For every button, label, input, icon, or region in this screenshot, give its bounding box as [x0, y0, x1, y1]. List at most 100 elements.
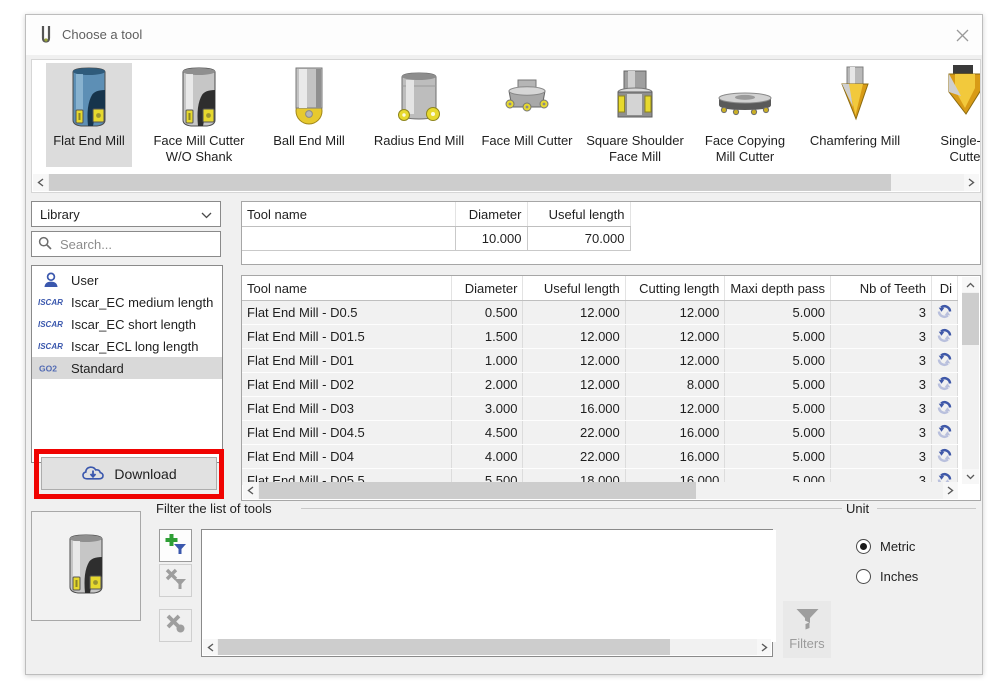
ball-end-mill-icon [256, 63, 362, 133]
tool-col-cutting-length[interactable]: Cutting length [625, 276, 725, 301]
tool-type-face-mill-cutter[interactable]: Face Mill Cutter [474, 63, 580, 167]
scroll-left-icon[interactable] [203, 639, 217, 655]
tool-type-square-shoulder-face-mill[interactable]: Square ShoulderFace Mill [582, 63, 688, 167]
tool-row-flat-end-mill-d04[interactable]: Flat End Mill - D044.00022.00016.0005.00… [242, 445, 958, 469]
download-cloud-icon [81, 464, 105, 484]
library-list: UserISCARIscar_EC medium lengthISCARIsca… [31, 265, 223, 463]
quick-col-tool-name[interactable]: Tool name [242, 202, 455, 227]
close-icon[interactable] [948, 23, 976, 47]
choose-a-tool-screen: Choose a tool Flat End MillFace Mill Cut… [0, 0, 1007, 690]
filter-group-line [301, 508, 839, 509]
filter-list-hscroll-thumb[interactable] [218, 639, 670, 655]
scroll-left-icon[interactable] [33, 174, 48, 191]
library-select[interactable]: Library [31, 201, 221, 227]
tool-type-face-mill-cutter-w-o-shank[interactable]: Face Mill CutterW/O Shank [146, 63, 252, 167]
tool-strip-scroll-thumb[interactable] [49, 174, 891, 191]
library-item-iscar-ecl-long-length[interactable]: ISCAR Iscar_ECL long length [32, 335, 222, 357]
filter-list-hscrollbar[interactable] [203, 639, 771, 655]
remove-filter-button[interactable] [159, 564, 192, 597]
tool-preview-box [31, 511, 141, 621]
tool-col-di[interactable]: Di [931, 276, 957, 301]
iscar-icon: ISCAR [38, 297, 64, 307]
unit-radio-metric[interactable]: Metric [856, 539, 915, 554]
tool-table-hscroll-thumb[interactable] [259, 482, 696, 499]
tool-type-label: Face Mill [582, 149, 688, 165]
quick-col-diameter[interactable]: Diameter [455, 202, 527, 227]
library-item-iscar-ec-short-length[interactable]: ISCARIscar_EC short length [32, 313, 222, 335]
tool-type-label: Mill Cutter [692, 149, 798, 165]
iscar-icon: ISCAR [38, 319, 64, 329]
tool-type-single-a-cutte[interactable]: Single-ACutte [912, 63, 981, 167]
svg-text:ISCAR: ISCAR [38, 298, 63, 307]
radio-unselected-icon[interactable] [856, 569, 871, 584]
unit-option-label: Inches [880, 569, 918, 584]
library-item-label: User [71, 273, 98, 288]
tool-row-flat-end-mill-d02[interactable]: Flat End Mill - D022.00012.0008.0005.000… [242, 373, 958, 397]
svg-text:GO2: GO2 [39, 364, 57, 374]
quick-value-0[interactable] [242, 227, 455, 251]
search-input[interactable] [58, 236, 212, 253]
go2-icon: GO2 [38, 363, 64, 373]
filters-button[interactable]: Filters [783, 601, 831, 658]
search-box[interactable] [31, 231, 221, 257]
face-mill-cutter-icon [474, 63, 580, 133]
tool-app-icon [39, 25, 53, 45]
scroll-right-icon[interactable] [757, 639, 771, 655]
rotate-direction-icon [931, 301, 957, 325]
add-filter-button[interactable] [159, 529, 192, 562]
library-item-user[interactable]: User [32, 269, 222, 291]
filter-list-textarea[interactable] [202, 530, 776, 642]
tool-col-maxi-depth-pass[interactable]: Maxi depth pass [725, 276, 831, 301]
tool-table-viewport: Tool nameDiameterUseful lengthCutting le… [242, 276, 958, 485]
tool-row-flat-end-mill-d0-5[interactable]: Flat End Mill - D0.50.50012.00012.0005.0… [242, 301, 958, 325]
download-label: Download [114, 466, 176, 482]
clear-filters-button[interactable] [159, 609, 192, 642]
tool-type-radius-end-mill[interactable]: Radius End Mill [366, 63, 472, 167]
svg-text:ISCAR: ISCAR [38, 342, 63, 351]
unit-radio-inches[interactable]: Inches [856, 569, 918, 584]
library-item-iscar-ec-medium-length[interactable]: ISCAR Iscar_EC medium length [32, 291, 222, 313]
library-item-label: Iscar_EC medium length [71, 295, 213, 310]
chevron-down-icon [201, 207, 212, 222]
download-button[interactable]: Download [41, 457, 217, 490]
quick-col-useful-length[interactable]: Useful length [527, 202, 630, 227]
selected-tool-preview-icon [55, 532, 117, 601]
scroll-up-icon[interactable] [962, 277, 979, 292]
tool-type-ball-end-mill[interactable]: Ball End Mill [256, 63, 362, 167]
library-item-standard[interactable]: GO2Standard [32, 357, 222, 379]
scroll-right-icon[interactable] [964, 174, 979, 191]
tool-type-face-copying-mill-cutter[interactable]: Face CopyingMill Cutter [692, 63, 798, 167]
quick-table: Tool nameDiameterUseful length10.00070.0… [242, 202, 631, 251]
tool-type-label: Square Shoulder [582, 133, 688, 149]
library-item-label: Iscar_ECL long length [71, 339, 198, 354]
filters-button-label: Filters [789, 636, 824, 651]
quick-value-2[interactable]: 70.000 [527, 227, 630, 251]
tool-row-flat-end-mill-d04-5[interactable]: Flat End Mill - D04.54.50022.00016.0005.… [242, 421, 958, 445]
rotate-direction-icon [931, 421, 957, 445]
tool-row-flat-end-mill-d01-5[interactable]: Flat End Mill - D01.51.50012.00012.0005.… [242, 325, 958, 349]
add-filter-icon [165, 533, 187, 558]
tool-type-label: Radius End Mill [366, 133, 472, 149]
tool-table-hscrollbar[interactable] [243, 482, 958, 499]
tool-strip-scrollbar[interactable] [33, 174, 979, 191]
scroll-down-icon[interactable] [962, 469, 979, 484]
tool-table-vscrollbar[interactable] [962, 277, 979, 484]
tool-col-nb-of-teeth[interactable]: Nb of Teeth [831, 276, 932, 301]
quick-value-1[interactable]: 10.000 [455, 227, 527, 251]
tool-type-flat-end-mill[interactable]: Flat End Mill [36, 63, 142, 167]
tool-col-diameter[interactable]: Diameter [451, 276, 523, 301]
tool-col-tool-name[interactable]: Tool name [242, 276, 451, 301]
scroll-right-icon[interactable] [943, 482, 958, 499]
tool-row-flat-end-mill-d03[interactable]: Flat End Mill - D033.00016.00012.0005.00… [242, 397, 958, 421]
remove-filter-icon [165, 568, 187, 593]
tool-row-flat-end-mill-d01[interactable]: Flat End Mill - D011.00012.00012.0005.00… [242, 349, 958, 373]
radio-selected-icon[interactable] [856, 539, 871, 554]
current-tool-panel: Tool nameDiameterUseful length10.00070.0… [241, 201, 981, 265]
flat-end-mill-icon [36, 63, 142, 133]
search-icon [38, 236, 52, 253]
rotate-direction-icon [931, 325, 957, 349]
scroll-left-icon[interactable] [243, 482, 258, 499]
tool-table-vscroll-thumb[interactable] [962, 293, 979, 345]
tool-col-useful-length[interactable]: Useful length [523, 276, 625, 301]
tool-type-chamfering-mill[interactable]: Chamfering Mill [802, 63, 908, 167]
